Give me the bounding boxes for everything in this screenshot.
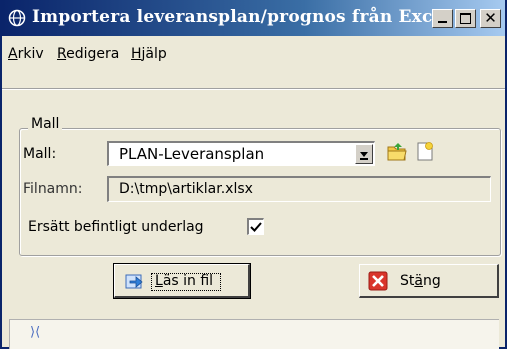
menu-arkiv[interactable]: Arkiv [8,46,44,62]
group-legend: Mall [28,116,63,132]
status-bar: ⟩⟨ [9,319,499,349]
globe-icon [8,9,26,27]
filnamn-value: D:\tmp\artiklar.xlsx [119,181,253,197]
new-document-icon[interactable] [414,140,436,162]
filnamn-label: Filnamn: [23,181,83,197]
load-arrow-icon [125,274,143,289]
replace-existing-label: Ersätt befintligt underlag [28,219,204,235]
import-dialog-window: Importera leveransplan/prognos från Exc.… [0,0,507,349]
open-folder-icon[interactable] [386,141,408,163]
menu-redigera[interactable]: Redigera [57,46,119,62]
close-window-button[interactable]: ✕ [480,9,501,28]
close-label: Stäng [400,273,441,289]
filnamn-field: D:\tmp\artiklar.xlsx [107,176,491,202]
menu-bar: Arkiv Redigera Hjälp [2,36,505,74]
menu-hjalp[interactable]: Hjälp [131,46,167,62]
mall-combobox[interactable]: PLAN-Leveransplan [107,141,375,166]
status-text: ⟩⟨ [30,325,41,340]
close-red-x-icon [368,271,388,291]
title-bar[interactable]: Importera leveransplan/prognos från Exc.… [2,0,505,36]
load-file-label: Läs in fil [155,273,214,289]
maximize-button[interactable] [455,9,476,28]
load-file-button[interactable]: Läs in fil [113,263,251,299]
minimize-button[interactable] [432,9,453,28]
replace-existing-checkbox[interactable] [247,218,264,235]
dropdown-arrow-icon[interactable] [355,144,373,164]
close-icon: ✕ [484,9,497,27]
checkmark-icon [250,222,262,232]
menu-separator [2,88,505,90]
window-title: Importera leveransplan/prognos från Exc.… [32,7,451,27]
mall-combobox-value: PLAN-Leveransplan [119,145,265,163]
close-button[interactable]: Stäng [359,264,499,298]
mall-label: Mall: [23,146,57,162]
